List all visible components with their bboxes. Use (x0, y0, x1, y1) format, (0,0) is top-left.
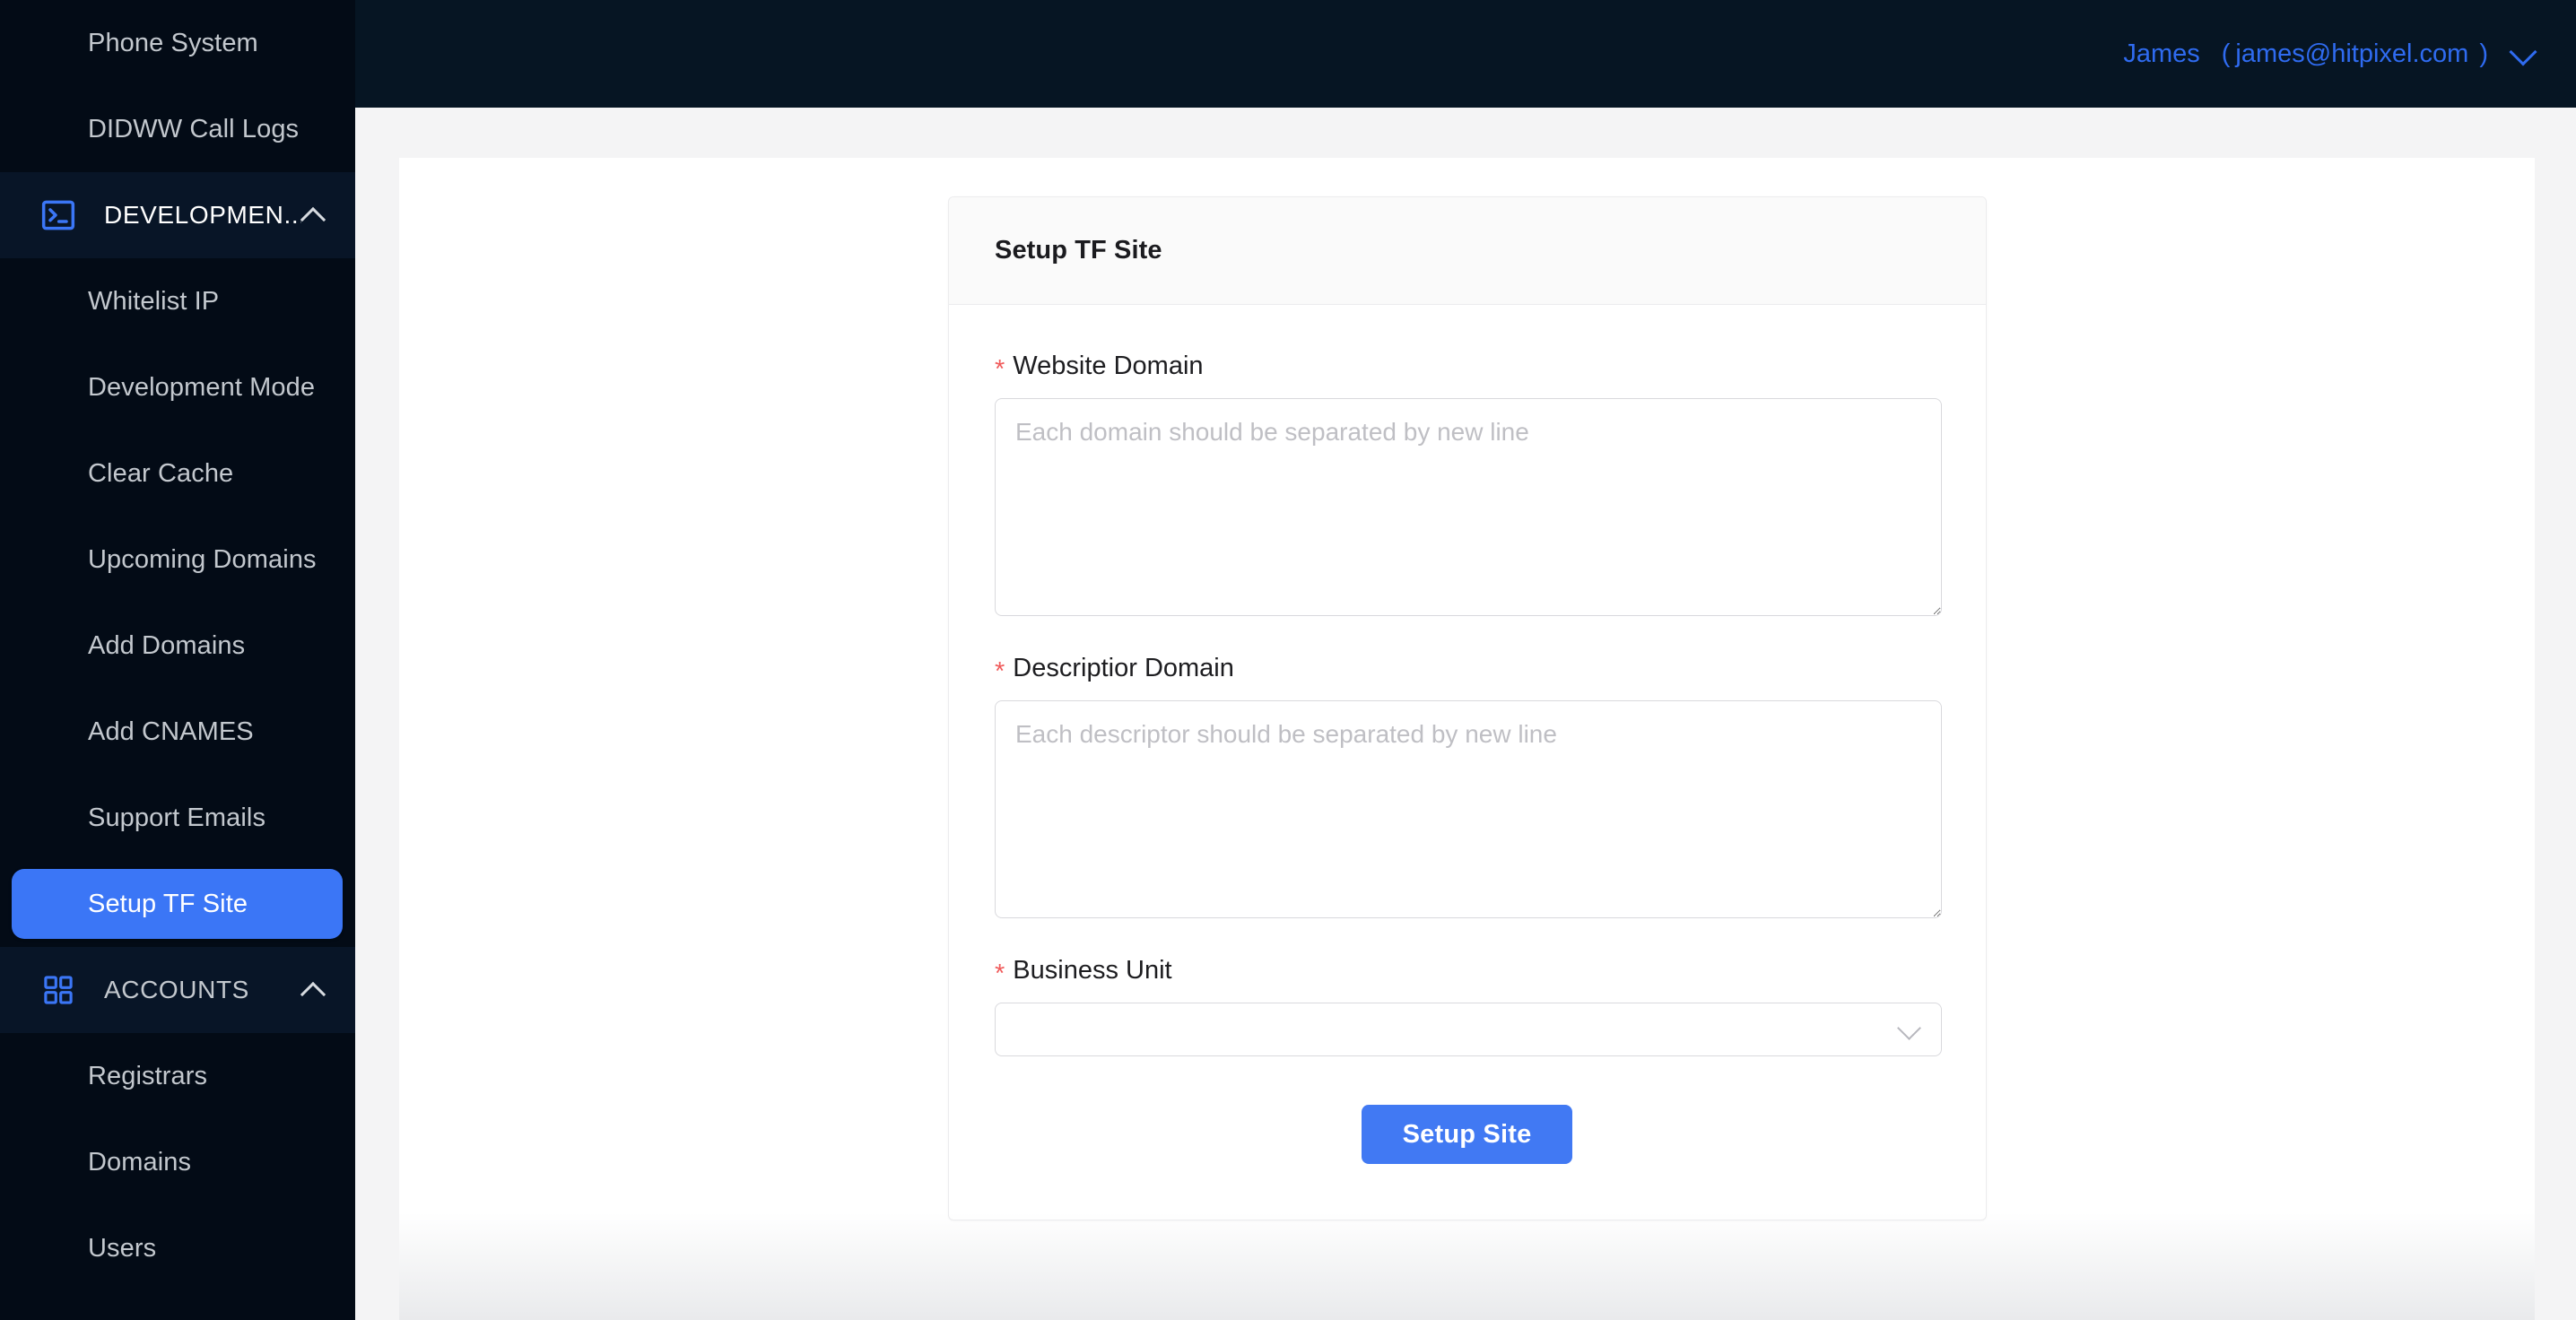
website-domain-textarea[interactable] (995, 398, 1942, 616)
grid-icon (39, 971, 77, 1009)
user-email: james@hitpixel.com (2235, 39, 2469, 68)
sidebar-item-label: DIDWW Call Logs (88, 114, 300, 143)
chevron-down-icon[interactable] (2510, 40, 2537, 67)
sidebar-item-label: Development Mode (88, 372, 316, 402)
user-account-menu[interactable]: James ( james@hitpixel.com ) (2123, 39, 2537, 69)
page-title: Setup TF Site (995, 236, 1162, 265)
sidebar-item-label: Users (88, 1233, 157, 1263)
sidebar-item-label: Whitelist IP (88, 286, 220, 316)
sidebar-group-development[interactable]: DEVELOPMEN... (0, 172, 355, 258)
field-label-text: Business Unit (1013, 956, 1172, 985)
sidebar-item-registrars[interactable]: Registrars (0, 1033, 355, 1119)
descriptior-domain-textarea[interactable] (995, 700, 1942, 918)
card-header: Setup TF Site (949, 197, 1986, 305)
user-name: James (2123, 39, 2200, 68)
sidebar-item-add-domains[interactable]: Add Domains (0, 603, 355, 689)
sidebar-item-clear-cache[interactable]: Clear Cache (0, 430, 355, 517)
setup-site-button[interactable]: Setup Site (1361, 1105, 1573, 1164)
sidebar-item-active-pill[interactable]: Setup TF Site (12, 869, 343, 939)
card-body: * Website Domain * Descriptior Domain (949, 305, 1986, 1220)
top-header-bar: James ( james@hitpixel.com ) (355, 0, 2576, 108)
field-website-domain: * Website Domain (995, 352, 1942, 616)
sidebar-item-didww-call-logs[interactable]: DIDWW Call Logs (0, 86, 355, 172)
sidebar-item-label: Registrars (88, 1061, 208, 1090)
terminal-icon (39, 196, 77, 234)
setup-tf-site-card: Setup TF Site * Website Domain Each doma… (948, 196, 1987, 1220)
main-region: James ( james@hitpixel.com ) Setup TF Si… (355, 0, 2576, 1320)
sidebar-item-whitelist-ip[interactable]: Whitelist IP (0, 258, 355, 344)
sidebar-item-label: Add Domains (88, 630, 246, 660)
field-label-text: Website Domain (1013, 352, 1204, 380)
content-panel: Setup TF Site * Website Domain Each doma… (399, 158, 2535, 1320)
sidebar-item-add-cnames[interactable]: Add CNAMES (0, 689, 355, 775)
paren-close: ) (2479, 39, 2488, 68)
sidebar-item-label: Add CNAMES (88, 716, 254, 746)
chevron-down-icon[interactable] (1898, 1018, 1921, 1041)
form-actions: Setup Site (995, 1105, 1939, 1164)
content-area: Setup TF Site * Website Domain Each doma… (355, 108, 2576, 1320)
sidebar-item-label: Setup TF Site (88, 889, 248, 918)
sidebar-item-domains[interactable]: Domains (0, 1119, 355, 1205)
field-business-unit: * Business Unit (995, 956, 1942, 1056)
field-label-text: Descriptior Domain (1013, 654, 1234, 682)
label-descriptior-domain: * Descriptior Domain (995, 654, 1939, 685)
chevron-up-icon[interactable] (301, 204, 325, 227)
sidebar-item-support-emails[interactable]: Support Emails (0, 775, 355, 861)
required-asterisk: * (995, 960, 1005, 988)
app-root: Phone System DIDWW Call Logs DEVELOPMEN.… (0, 0, 2576, 1320)
sidebar-group-label: DEVELOPMEN... (104, 201, 301, 229)
sidebar-item-roles[interactable]: Roles (0, 1291, 355, 1320)
label-website-domain: * Website Domain (995, 352, 1939, 383)
sidebar: Phone System DIDWW Call Logs DEVELOPMEN.… (0, 0, 355, 1320)
business-unit-select[interactable] (995, 1003, 1942, 1056)
sidebar-item-label: Domains (88, 1147, 192, 1177)
sidebar-item-label: Clear Cache (88, 458, 234, 488)
sidebar-group-label: ACCOUNTS (104, 976, 249, 1003)
sidebar-item-setup-tf-site[interactable]: Setup TF Site (0, 861, 355, 947)
paren-open: ( (2221, 39, 2231, 68)
sidebar-item-label: Phone System (88, 28, 258, 57)
sidebar-item-upcoming-domains[interactable]: Upcoming Domains (0, 517, 355, 603)
sidebar-item-phone-system[interactable]: Phone System (0, 0, 355, 86)
required-asterisk: * (995, 657, 1005, 686)
sidebar-item-users[interactable]: Users (0, 1205, 355, 1291)
sidebar-item-label: Upcoming Domains (88, 544, 317, 574)
sidebar-nav-list: Phone System DIDWW Call Logs DEVELOPMEN.… (0, 0, 355, 1320)
chevron-up-icon[interactable] (301, 978, 325, 1002)
sidebar-group-accounts[interactable]: ACCOUNTS (0, 947, 355, 1033)
field-descriptior-domain: * Descriptior Domain (995, 654, 1942, 918)
label-business-unit: * Business Unit (995, 956, 1939, 987)
required-asterisk: * (995, 355, 1005, 384)
sidebar-item-label: Support Emails (88, 803, 266, 832)
sidebar-item-development-mode[interactable]: Development Mode (0, 344, 355, 430)
